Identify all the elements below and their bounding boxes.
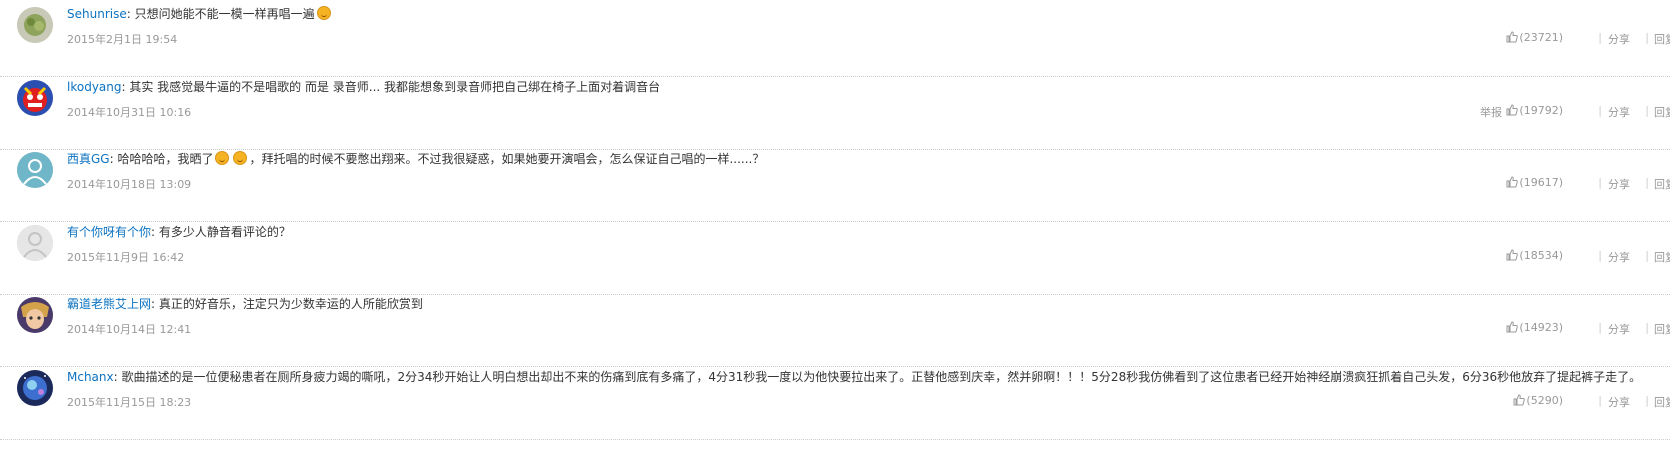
comment-timestamp: 2015年11月9日 16:42	[67, 250, 185, 264]
comment-body: 有个你呀有个你: 有多少人静音看评论的？	[67, 223, 291, 241]
like-count: (19617)	[1519, 176, 1563, 189]
action-separator: |	[1598, 321, 1602, 334]
comment-item: 霸道老熊艾上网: 真正的好音乐，注定只为少数幸运的人所能欣赏到 2014年10月1…	[0, 291, 1670, 367]
share-link[interactable]: 分享	[1608, 249, 1630, 265]
reply-link[interactable]: 回复	[1654, 321, 1670, 337]
comment-username[interactable]: 霸道老熊艾上网	[67, 297, 151, 311]
default-teal-avatar-icon[interactable]	[17, 152, 53, 188]
action-separator: |	[1645, 31, 1649, 44]
share-link[interactable]: 分享	[1608, 31, 1630, 47]
plant-avatar-icon[interactable]	[17, 7, 53, 43]
like-button[interactable]: (19792)	[1506, 104, 1563, 117]
action-separator: |	[1645, 176, 1649, 189]
comment-username[interactable]: Sehunrise	[67, 7, 127, 21]
action-separator: |	[1598, 393, 1602, 407]
comment-actions: (5290) | 分享 | 回复	[1370, 394, 1670, 410]
comment-item: lkodyang: 其实 我感觉最牛逼的不是唱歌的 而是 录音师... 我都能想…	[0, 74, 1670, 150]
share-link[interactable]: 分享	[1608, 176, 1630, 192]
reply-link[interactable]: 回复	[1654, 394, 1670, 410]
smile-emoji-icon	[215, 151, 230, 165]
like-count: (5290)	[1526, 393, 1563, 407]
comment-timestamp: 2014年10月18日 13:09	[67, 178, 192, 191]
report-link[interactable]: 举报	[1480, 104, 1502, 120]
like-button[interactable]: (14923)	[1506, 321, 1563, 334]
like-button[interactable]: (19617)	[1506, 176, 1563, 189]
like-button[interactable]: (5290)	[1513, 394, 1563, 407]
comment-body: 西真GG: 哈哈哈哈，我晒了 ，拜托唱的时候不要憋出翔来。不过我很疑惑，如果她要开…	[67, 150, 764, 168]
comment-text: 其实 我感觉最牛逼的不是唱歌的 而是 录音师... 我都能想象到录音师把自己绑在…	[129, 79, 661, 94]
action-separator: |	[1645, 248, 1649, 262]
thumbs-up-icon	[1513, 393, 1526, 406]
comment-timestamp: 2015年2月1日 19:54	[67, 33, 178, 46]
comment-list: Sehunrise: 只想问她能不能一模一样再唱一遍 2015年2月1日 19:5…	[0, 0, 1670, 452]
comment-text: ，拜托唱的时候不要憋出翔来。不过我很疑惑，如果她要开演唱会，怎么保证自己唱的一样…	[249, 152, 765, 166]
reply-link[interactable]: 回复	[1654, 31, 1670, 47]
reply-link[interactable]: 回复	[1654, 176, 1670, 192]
username-colon: :	[151, 297, 159, 311]
thumbs-up-icon	[1506, 321, 1519, 333]
thumbs-up-icon	[1506, 248, 1519, 261]
like-button[interactable]: (18534)	[1506, 249, 1563, 262]
action-separator: |	[1598, 103, 1602, 117]
like-count: (14923)	[1519, 321, 1563, 334]
action-separator: |	[1598, 176, 1602, 189]
like-count: (23721)	[1519, 31, 1563, 44]
action-separator: |	[1645, 321, 1649, 334]
action-separator: |	[1598, 31, 1602, 44]
smile-emoji-icon	[233, 151, 248, 165]
comment-text: 哈哈哈哈，我晒了	[117, 152, 214, 166]
comment-text: 歌曲描述的是一位便秘患者在厕所身疲力竭的嘶吼，2分34秒开始让人明白想出却出不来…	[121, 369, 1642, 384]
default-gray-avatar-icon[interactable]	[17, 224, 53, 261]
comment-item: 有个你呀有个你: 有多少人静音看评论的？ 2015年11月9日 16:42 (185…	[0, 219, 1670, 295]
action-separator: |	[1645, 393, 1649, 407]
comment-item: Sehunrise: 只想问她能不能一模一样再唱一遍 2015年2月1日 19:5…	[0, 1, 1670, 77]
like-button[interactable]: (23721)	[1506, 31, 1563, 44]
thumbs-up-icon	[1506, 31, 1519, 43]
action-separator: |	[1598, 248, 1602, 262]
comment-item: 西真GG: 哈哈哈哈，我晒了 ，拜托唱的时候不要憋出翔来。不过我很疑惑，如果她要开…	[0, 146, 1670, 222]
anime-character-avatar-icon[interactable]	[17, 297, 53, 333]
thumbs-up-icon	[1506, 176, 1519, 188]
comment-username[interactable]: 有个你呀有个你	[67, 225, 151, 239]
comment-username[interactable]: lkodyang	[67, 80, 122, 94]
thumbs-up-icon	[1506, 103, 1519, 116]
comment-timestamp: 2015年11月15日 18:23	[67, 395, 192, 409]
comment-timestamp: 2014年10月14日 12:41	[67, 323, 192, 336]
comment-username[interactable]: 西真GG	[67, 152, 110, 166]
comment-actions: (23721) | 分享 | 回复	[1370, 31, 1670, 47]
comment-text: 只想问她能不能一模一样再唱一遍	[134, 7, 315, 21]
comment-username[interactable]: Mchanx	[67, 370, 114, 384]
comment-body: 霸道老熊艾上网: 真正的好音乐，注定只为少数幸运的人所能欣赏到	[67, 295, 423, 313]
comment-actions: (18534) | 分享 | 回复	[1370, 249, 1670, 265]
username-colon: :	[151, 224, 159, 239]
comment-actions: (14923) | 分享 | 回复	[1370, 321, 1670, 337]
action-separator: |	[1645, 103, 1649, 117]
share-link[interactable]: 分享	[1608, 394, 1630, 410]
smile-emoji-icon	[316, 6, 331, 20]
comment-text: 有多少人静音看评论的？	[158, 224, 291, 239]
comment-actions: 举报 (19792) | 分享 | 回复	[1370, 104, 1670, 120]
comment-body: lkodyang: 其实 我感觉最牛逼的不是唱歌的 而是 录音师... 我都能想…	[67, 78, 660, 96]
galaxy-character-avatar-icon[interactable]	[17, 369, 53, 406]
comment-text: 真正的好音乐，注定只为少数幸运的人所能欣赏到	[158, 297, 423, 311]
username-colon: :	[126, 7, 135, 21]
red-character-avatar-icon[interactable]	[17, 79, 53, 116]
reply-link[interactable]: 回复	[1654, 249, 1670, 265]
like-count: (19792)	[1519, 103, 1563, 117]
comment-body: Sehunrise: 只想问她能不能一模一样再唱一遍	[67, 5, 333, 23]
reply-link[interactable]: 回复	[1654, 104, 1670, 120]
comment-actions: (19617) | 分享 | 回复	[1370, 176, 1670, 192]
comment-item: Mchanx: 歌曲描述的是一位便秘患者在厕所身疲力竭的嘶吼，2分34秒开始让人…	[0, 364, 1670, 440]
like-count: (18534)	[1519, 248, 1563, 262]
share-link[interactable]: 分享	[1608, 104, 1630, 120]
comment-timestamp: 2014年10月31日 10:16	[67, 105, 192, 119]
comment-body: Mchanx: 歌曲描述的是一位便秘患者在厕所身疲力竭的嘶吼，2分34秒开始让人…	[67, 368, 1641, 386]
share-link[interactable]: 分享	[1608, 321, 1630, 337]
